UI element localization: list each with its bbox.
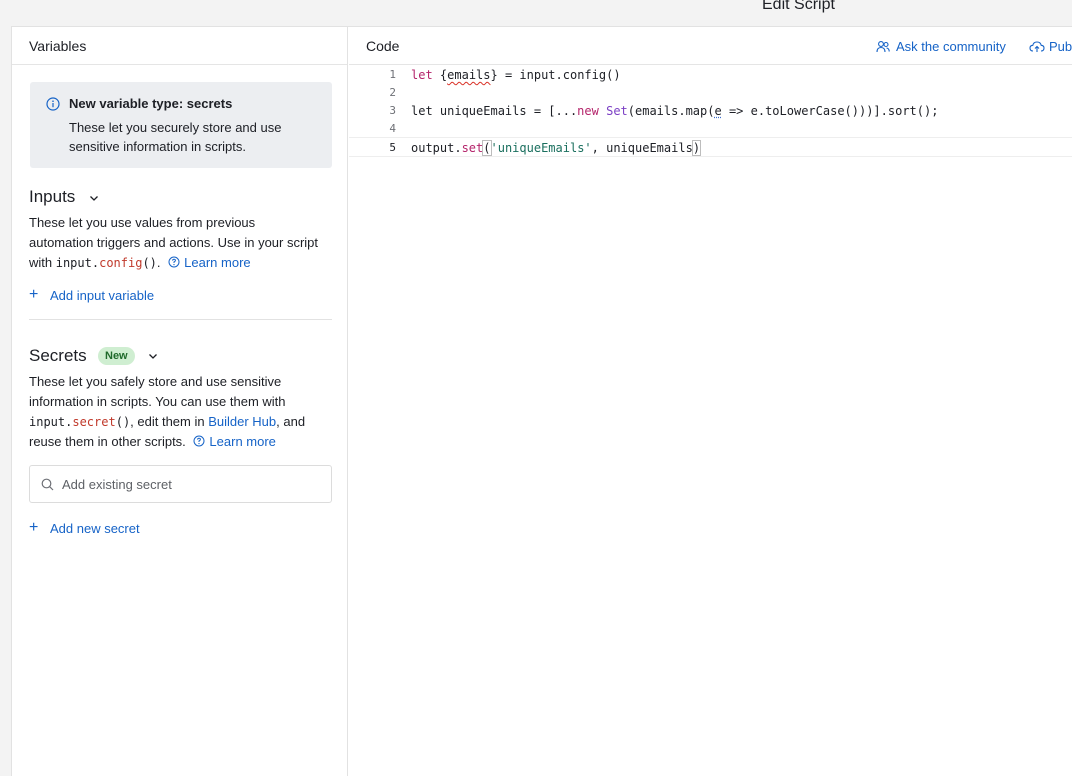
variables-title: Variables	[29, 38, 87, 54]
line-number: 5	[389, 141, 396, 154]
inputs-learn-more-link[interactable]: Learn more	[184, 255, 250, 270]
code-panel: Code Ask the community Pub 1 let {emails…	[349, 27, 1072, 776]
code-line[interactable]: 3 let uniqueEmails = [...new Set(emails.…	[349, 102, 1072, 120]
code-text: let {emails} = input.config()	[411, 68, 621, 82]
help-icon	[168, 256, 180, 268]
text-cursor	[700, 140, 702, 154]
lint-error: emails	[447, 68, 491, 82]
variables-header: Variables	[12, 27, 347, 65]
line-number: 2	[389, 86, 396, 99]
line-number: 4	[389, 122, 396, 135]
chevron-down-icon[interactable]	[88, 192, 100, 204]
info-icon	[46, 97, 60, 111]
section-divider	[29, 319, 332, 320]
cloud-upload-icon	[1029, 41, 1045, 52]
search-icon	[41, 478, 54, 491]
secret-search-field[interactable]	[29, 465, 332, 503]
secrets-title: Secrets	[29, 346, 87, 365]
bracket-match: (	[482, 140, 492, 156]
code-text: output.set('uniqueEmails', uniqueEmails)	[411, 140, 702, 156]
new-badge: New	[98, 347, 135, 365]
code-header: Code Ask the community Pub	[349, 27, 1072, 65]
code-line[interactable]: 1 let {emails} = input.config()	[349, 66, 1072, 84]
edit-script-window: Variables New variable type: secrets The…	[11, 26, 1072, 776]
code-line[interactable]: 4	[349, 120, 1072, 138]
line-number: 1	[389, 68, 396, 81]
plus-icon: +	[29, 286, 39, 303]
inputs-title: Inputs	[29, 187, 76, 206]
input-secret-code: input.secret()	[29, 415, 131, 429]
code-line[interactable]: 2	[349, 84, 1072, 102]
input-config-code: input.config()	[55, 256, 157, 270]
secret-search-input[interactable]	[62, 474, 322, 494]
community-icon	[876, 41, 890, 53]
secrets-description: These let you safely store and use sensi…	[29, 374, 306, 449]
variables-panel: Variables New variable type: secrets The…	[12, 27, 348, 776]
plus-icon: +	[29, 519, 39, 536]
lint-hint: e	[714, 104, 722, 118]
code-title: Code	[366, 38, 400, 54]
inputs-description: These let you use values from previous a…	[29, 215, 319, 270]
line-number: 3	[389, 104, 396, 117]
code-text: let uniqueEmails = [...new Set(emails.ma…	[411, 104, 939, 118]
banner-title: New variable type: secrets	[69, 96, 233, 111]
secrets-info-banner: New variable type: secrets These let you…	[30, 82, 332, 168]
builder-hub-link[interactable]: Builder Hub	[208, 414, 276, 429]
banner-text: These let you securely store and use sen…	[69, 120, 282, 154]
title-bar: Edit Script	[0, 0, 1072, 14]
code-editor[interactable]: 1 let {emails} = input.config() 2 3 let …	[349, 66, 1072, 776]
chevron-down-icon[interactable]	[147, 350, 159, 362]
help-icon	[193, 435, 205, 447]
window-title: Edit Script	[762, 0, 835, 13]
code-line-active[interactable]: 5 output.set('uniqueEmails', uniqueEmail…	[349, 137, 1072, 157]
secrets-learn-more-link[interactable]: Learn more	[209, 434, 275, 449]
bracket-match: )	[691, 140, 702, 156]
